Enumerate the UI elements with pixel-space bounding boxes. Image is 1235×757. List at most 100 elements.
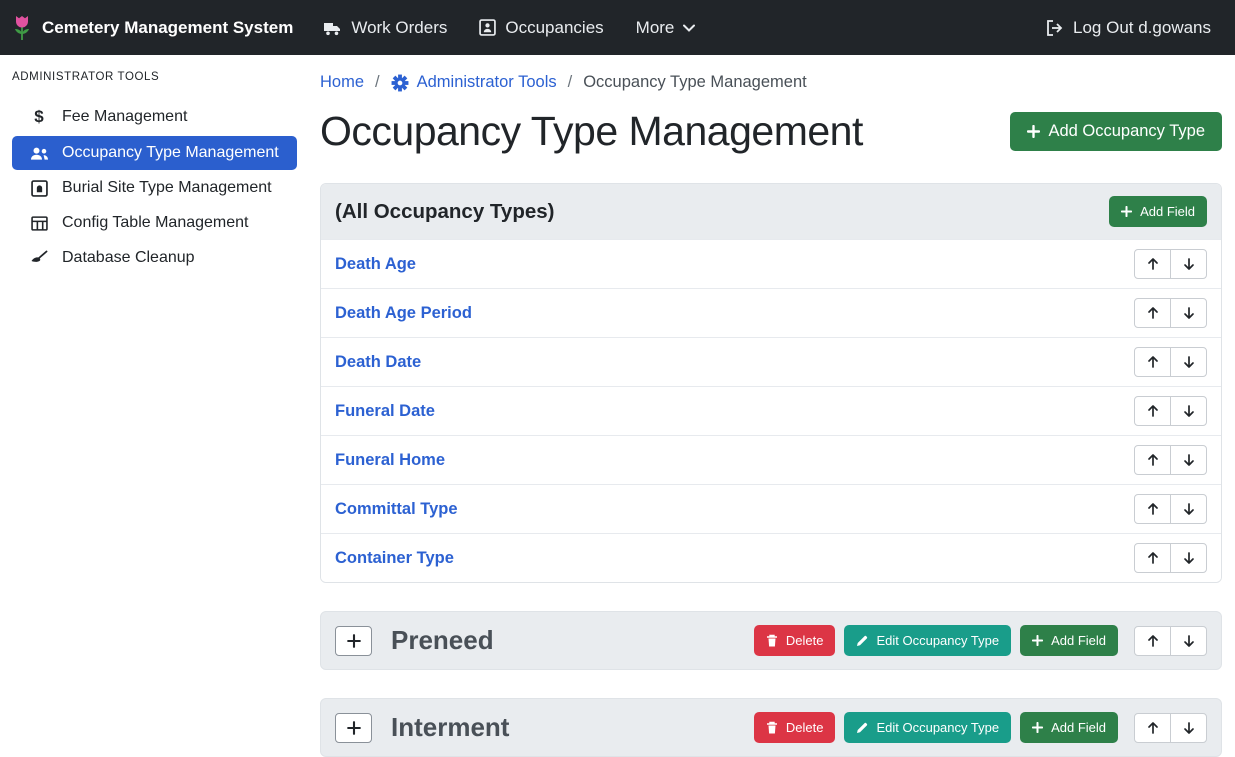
breadcrumb-separator: / [568,73,573,92]
arrow-down-icon [1182,551,1196,565]
flower-logo-icon [12,14,32,41]
add-field-button[interactable]: Add Field [1020,712,1118,743]
field-link[interactable]: Funeral Date [335,402,435,421]
field-link[interactable]: Funeral Home [335,451,445,470]
nav-more[interactable]: More [636,18,696,38]
delete-button[interactable]: Delete [754,625,836,656]
reorder-group [1134,494,1207,524]
nav-occupancies[interactable]: Occupancies [479,18,603,38]
breadcrumb-home[interactable]: Home [320,73,364,92]
sidebar-item-burial-site-type-management[interactable]: Burial Site Type Management [12,171,297,205]
plus-icon [347,634,361,648]
field-link[interactable]: Death Age Period [335,304,472,323]
section-title: Preneed [391,625,494,656]
sidebar: Administrator Tools $ Fee Management Occ… [0,55,308,738]
add-field-button[interactable]: Add Field [1020,625,1118,656]
move-down-button[interactable] [1170,445,1207,475]
move-up-button[interactable] [1134,298,1171,328]
trash-icon [766,634,778,647]
arrow-down-icon [1182,721,1196,735]
add-field-button[interactable]: Add Field [1109,196,1207,227]
broom-icon [28,250,50,266]
sidebar-item-config-table-management[interactable]: Config Table Management [12,206,297,240]
move-down-button[interactable] [1170,347,1207,377]
move-down-button[interactable] [1170,396,1207,426]
move-up-button[interactable] [1134,396,1171,426]
move-up-button[interactable] [1134,445,1171,475]
arrow-down-icon [1182,257,1196,271]
plus-icon [1032,722,1043,733]
arrow-up-icon [1146,306,1160,320]
reorder-group [1134,396,1207,426]
field-link[interactable]: Container Type [335,549,454,568]
move-down-button[interactable] [1170,713,1207,743]
edit-occupancy-type-button[interactable]: Edit Occupancy Type [844,712,1011,743]
move-up-button[interactable] [1134,543,1171,573]
field-row: Funeral Home [321,435,1221,484]
move-up-button[interactable] [1134,626,1171,656]
nav-work-orders[interactable]: Work Orders [323,18,447,38]
sidebar-item-database-cleanup[interactable]: Database Cleanup [12,241,297,275]
page-title: Occupancy Type Management [320,108,863,155]
burial-site-icon [28,180,50,197]
work-orders-icon [323,20,342,36]
delete-button[interactable]: Delete [754,712,836,743]
field-link[interactable]: Death Date [335,353,421,372]
occupancy-type-section-preneed: Preneed Delete Edit Occupancy Type Add F… [320,611,1222,670]
add-occupancy-type-button[interactable]: Add Occupancy Type [1010,112,1222,151]
section-title: Interment [391,712,509,743]
brand-title: Cemetery Management System [42,18,293,38]
pencil-icon [856,635,868,647]
reorder-group [1134,543,1207,573]
arrow-up-icon [1146,551,1160,565]
expand-section-button[interactable] [335,713,372,743]
trash-icon [766,721,778,734]
dollar-icon: $ [28,107,50,127]
reorder-group [1134,445,1207,475]
card-title: (All Occupancy Types) [335,200,554,224]
edit-occupancy-type-button[interactable]: Edit Occupancy Type [844,625,1011,656]
chevron-down-icon [683,24,695,32]
top-navbar: Cemetery Management System Work Orders [0,0,1235,55]
move-down-button[interactable] [1170,494,1207,524]
plus-icon [347,721,361,735]
field-row: Committal Type [321,484,1221,533]
pencil-icon [856,722,868,734]
field-link[interactable]: Committal Type [335,500,458,519]
field-row: Death Age [321,239,1221,288]
move-down-button[interactable] [1170,543,1207,573]
move-up-button[interactable] [1134,249,1171,279]
section-actions: Delete Edit Occupancy Type Add Field [754,712,1207,743]
field-link[interactable]: Death Age [335,255,416,274]
move-up-button[interactable] [1134,347,1171,377]
logout-icon [1046,20,1064,36]
arrow-down-icon [1182,404,1196,418]
expand-section-button[interactable] [335,626,372,656]
reorder-group [1134,249,1207,279]
arrow-down-icon [1182,453,1196,467]
main-content: Home / [308,55,1235,738]
logout-link[interactable]: Log Out d.gowans [1046,18,1211,38]
plus-icon [1121,206,1132,217]
arrow-up-icon [1146,721,1160,735]
move-down-button[interactable] [1170,249,1207,279]
arrow-up-icon [1146,634,1160,648]
table-icon [28,216,50,231]
sidebar-item-occupancy-type-management[interactable]: Occupancy Type Management [12,136,297,170]
brand-link[interactable]: Cemetery Management System [12,14,293,41]
move-up-button[interactable] [1134,713,1171,743]
move-up-button[interactable] [1134,494,1171,524]
move-down-button[interactable] [1170,626,1207,656]
reorder-group [1134,347,1207,377]
arrow-up-icon [1146,502,1160,516]
plus-icon [1027,125,1040,138]
move-down-button[interactable] [1170,298,1207,328]
navbar-links: Work Orders Occupancies More [323,18,695,38]
arrow-up-icon [1146,453,1160,467]
sidebar-heading: Administrator Tools [12,71,297,83]
breadcrumb-admin-tools[interactable]: Administrator Tools [391,73,557,92]
all-occupancy-types-header: (All Occupancy Types) Add Field [321,184,1221,239]
sidebar-item-fee-management[interactable]: $ Fee Management [12,99,297,135]
plus-icon [1032,635,1043,646]
arrow-down-icon [1182,355,1196,369]
